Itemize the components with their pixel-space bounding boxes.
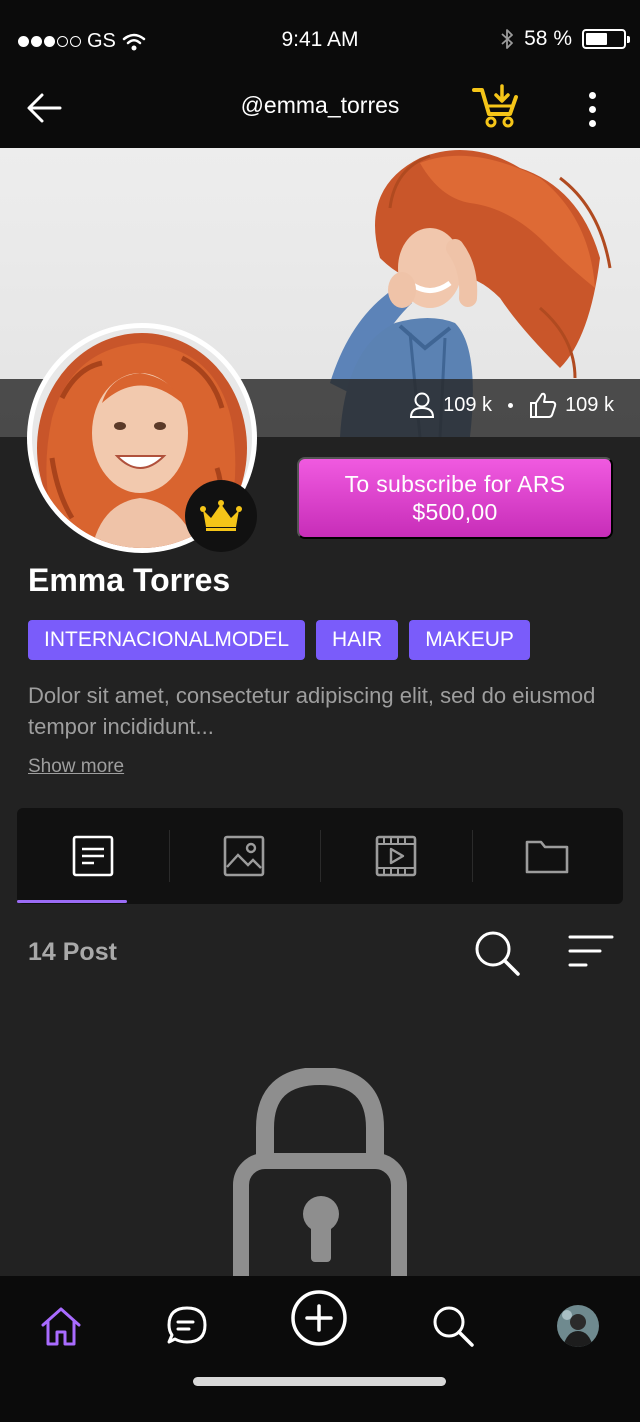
post-count: 14 Post — [28, 938, 117, 966]
sort-filter-button[interactable] — [566, 932, 616, 972]
battery-icon — [582, 29, 630, 49]
profile-name: Emma Torres — [28, 562, 231, 598]
image-icon — [223, 835, 265, 877]
stat-separator — [508, 402, 514, 408]
status-bar: GS 9:41 AM 58 % — [0, 0, 640, 72]
nav-search[interactable] — [423, 1296, 483, 1356]
subscribe-button[interactable]: To subscribe for ARS $500,00 — [297, 457, 613, 539]
nav-create[interactable] — [289, 1288, 349, 1348]
battery-percent: 58 % — [524, 27, 572, 50]
tag-chip[interactable]: INTERNACIONALMODEL — [28, 620, 306, 660]
nav-home[interactable] — [31, 1296, 91, 1356]
nav-profile[interactable] — [548, 1296, 608, 1356]
post-search-button[interactable] — [472, 928, 522, 978]
folder-icon — [525, 840, 569, 874]
cart-button[interactable] — [470, 80, 522, 132]
tag-chip[interactable]: MAKEUP — [409, 620, 530, 660]
chat-icon — [167, 1306, 207, 1344]
cart-download-icon — [472, 84, 518, 128]
tab-folders[interactable] — [471, 808, 624, 904]
premium-badge — [185, 480, 257, 552]
lock-icon — [233, 1068, 407, 1278]
tag-list: INTERNACIONALMODEL HAIR MAKEUP — [28, 620, 530, 660]
home-indicator — [193, 1377, 446, 1386]
home-icon — [41, 1307, 81, 1346]
more-options-button[interactable] — [572, 84, 612, 134]
profile-bio: Dolor sit amet, consectetur adipiscing e… — [28, 683, 596, 739]
likes-count: 109 k — [565, 393, 614, 416]
tab-posts[interactable] — [17, 808, 169, 904]
tab-videos[interactable] — [320, 808, 472, 904]
more-vertical-icon — [588, 91, 596, 99]
followers-icon — [410, 392, 435, 418]
video-icon — [375, 835, 417, 877]
thumbs-up-icon — [530, 392, 557, 418]
nav-messages[interactable] — [157, 1296, 217, 1356]
bluetooth-icon — [501, 29, 514, 49]
profile-handle: @emma_torres — [240, 92, 400, 118]
sort-icon — [568, 935, 614, 967]
posts-icon — [72, 835, 114, 877]
crown-icon — [200, 500, 242, 531]
tab-images[interactable] — [168, 808, 321, 904]
locked-content — [225, 1068, 415, 1278]
active-tab-indicator — [17, 900, 127, 903]
search-icon — [433, 1306, 474, 1347]
search-icon — [475, 931, 520, 976]
add-icon — [291, 1290, 347, 1346]
show-more-link[interactable]: Show more — [28, 756, 124, 778]
followers-count: 109 k — [443, 393, 493, 416]
tag-chip[interactable]: HAIR — [316, 620, 399, 660]
profile-avatar-small — [557, 1305, 599, 1347]
content-tabs — [17, 808, 623, 904]
top-nav: @emma_torres — [0, 72, 640, 148]
bottom-nav — [0, 1276, 640, 1422]
